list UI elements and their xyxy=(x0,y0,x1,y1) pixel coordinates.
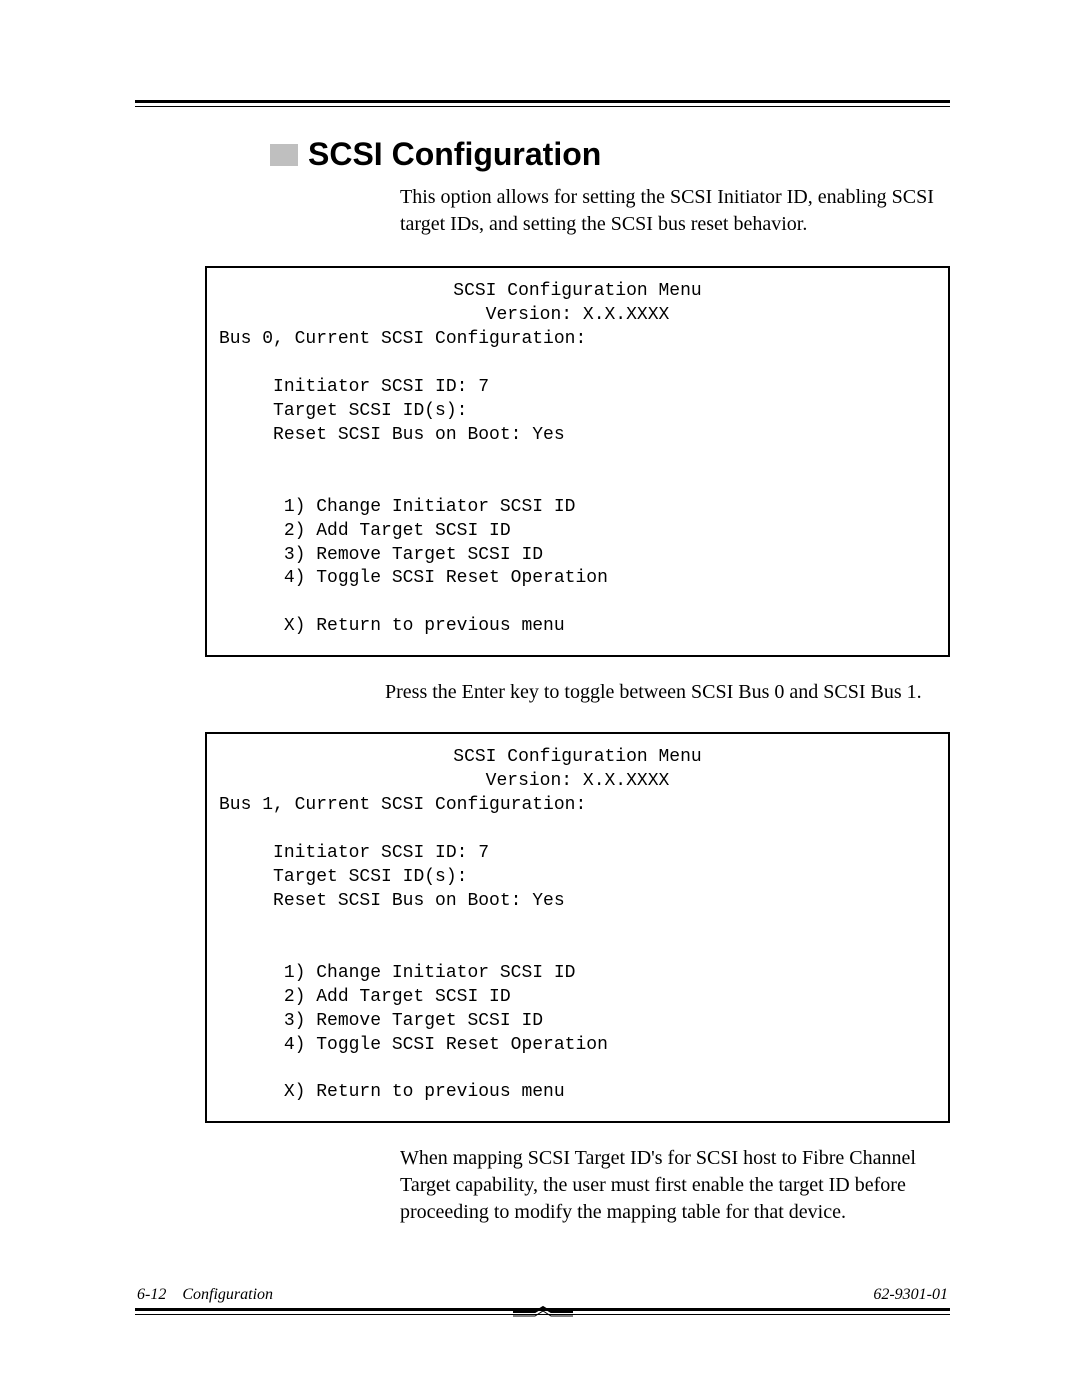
menu-opt-x: X) Return to previous menu xyxy=(284,616,565,636)
menu-opt-3: 3) Remove Target SCSI ID xyxy=(284,545,543,565)
footer-rule xyxy=(135,1308,950,1315)
scsi-menu-bus1: SCSI Configuration MenuVersion: X.X.XXXX… xyxy=(205,732,950,1123)
menu-title: SCSI Configuration Menu xyxy=(219,746,936,770)
footer-ornament-icon xyxy=(513,1305,573,1319)
menu-opt-x: X) Return to previous menu xyxy=(284,1082,565,1102)
cfg-initiator: Initiator SCSI ID: 7 xyxy=(273,843,489,863)
footer: 6-12 Configuration 62-9301-01 xyxy=(135,1286,950,1315)
end-paragraph: When mapping SCSI Target ID's for SCSI h… xyxy=(400,1145,950,1226)
section-heading-row: SCSI Configuration xyxy=(270,137,950,172)
menu-opt-2: 2) Add Target SCSI ID xyxy=(284,987,511,1007)
top-rule xyxy=(135,100,950,107)
cfg-reset: Reset SCSI Bus on Boot: Yes xyxy=(273,891,565,911)
bus-header: Bus 1, Current SCSI Configuration: xyxy=(219,795,586,815)
cfg-initiator: Initiator SCSI ID: 7 xyxy=(273,377,489,397)
menu-title: SCSI Configuration Menu xyxy=(219,280,936,304)
cfg-target: Target SCSI ID(s): xyxy=(273,401,467,421)
cfg-reset: Reset SCSI Bus on Boot: Yes xyxy=(273,425,565,445)
menu-opt-1: 1) Change Initiator SCSI ID xyxy=(284,963,576,983)
page: SCSI Configuration This option allows fo… xyxy=(0,0,1080,1397)
footer-left: 6-12 Configuration xyxy=(135,1286,273,1304)
footer-right: 62-9301-01 xyxy=(873,1286,950,1304)
menu-opt-4: 4) Toggle SCSI Reset Operation xyxy=(284,568,608,588)
heading-square-icon xyxy=(270,144,298,166)
intro-paragraph: This option allows for setting the SCSI … xyxy=(400,184,950,238)
menu-version: Version: X.X.XXXX xyxy=(219,304,936,328)
menu-opt-4: 4) Toggle SCSI Reset Operation xyxy=(284,1035,608,1055)
footer-row: 6-12 Configuration 62-9301-01 xyxy=(135,1286,950,1304)
section-heading: SCSI Configuration xyxy=(308,137,601,172)
menu-opt-3: 3) Remove Target SCSI ID xyxy=(284,1011,543,1031)
cfg-target: Target SCSI ID(s): xyxy=(273,867,467,887)
mid-paragraph: Press the Enter key to toggle between SC… xyxy=(385,679,950,706)
scsi-menu-bus0: SCSI Configuration MenuVersion: X.X.XXXX… xyxy=(205,266,950,657)
menu-opt-1: 1) Change Initiator SCSI ID xyxy=(284,497,576,517)
menu-version: Version: X.X.XXXX xyxy=(219,770,936,794)
bus-header: Bus 0, Current SCSI Configuration: xyxy=(219,329,586,349)
menu-opt-2: 2) Add Target SCSI ID xyxy=(284,521,511,541)
